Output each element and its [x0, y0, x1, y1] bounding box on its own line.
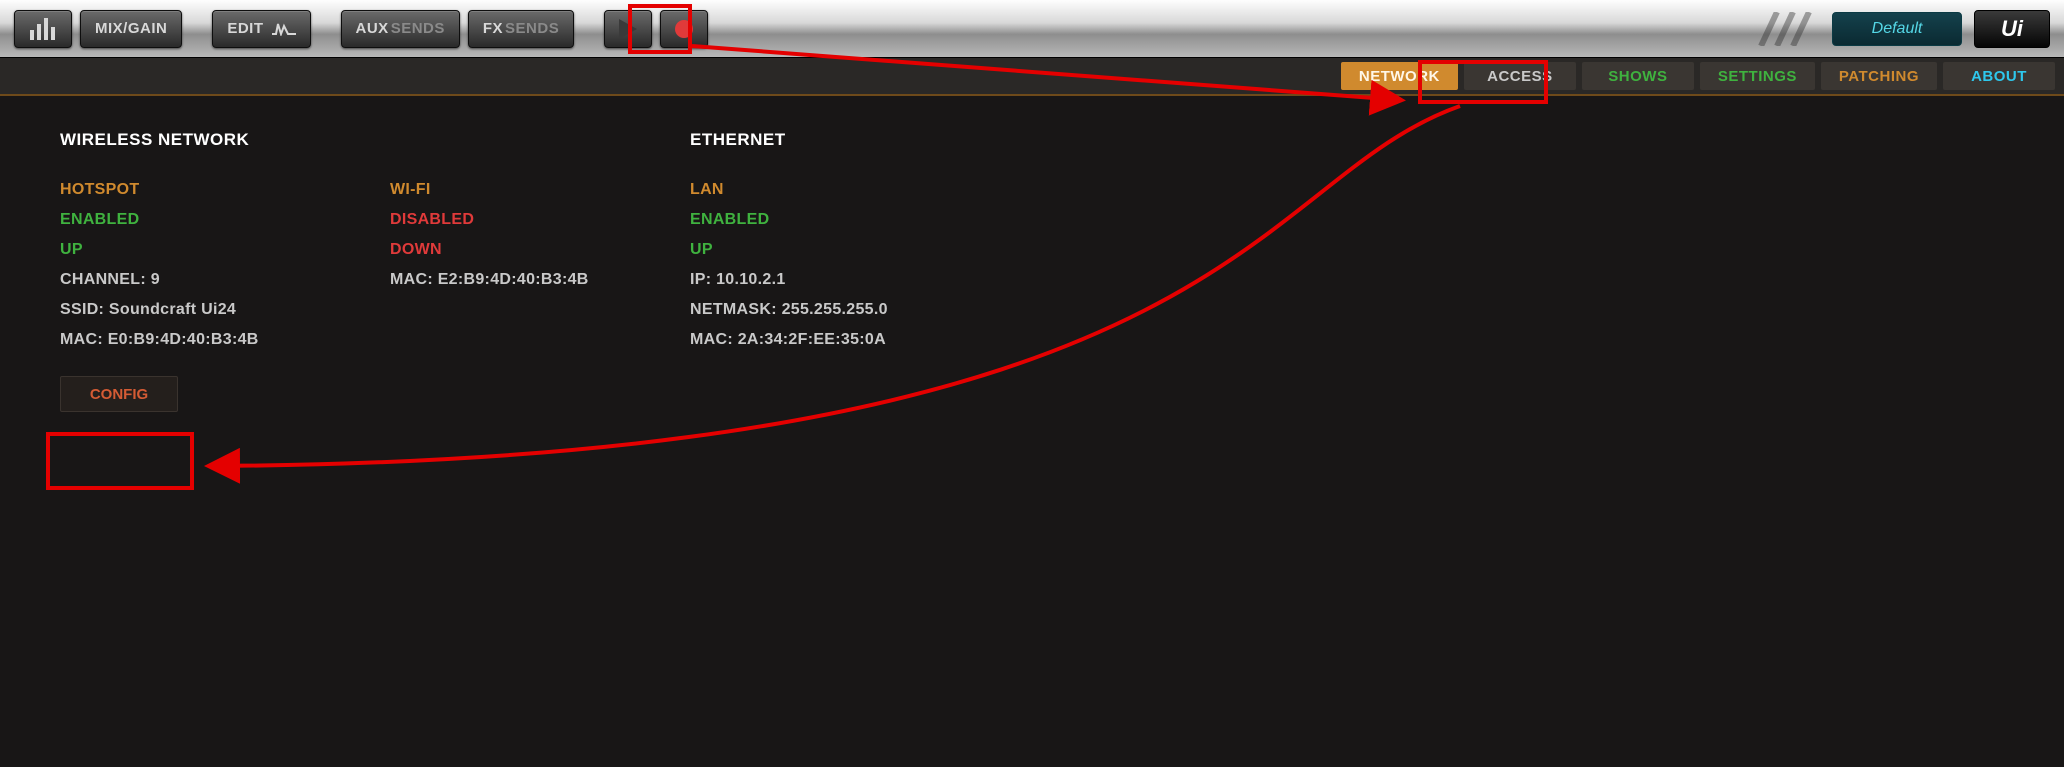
tab-about[interactable]: ABOUT: [1943, 62, 2055, 90]
hotspot-status: ENABLED: [60, 212, 320, 228]
hotspot-ssid: SSID: Soundcraft Ui24: [60, 302, 320, 318]
section-title-wireless: WIRELESS NETWORK: [60, 130, 320, 150]
top-toolbar: MIX/GAIN EDIT AUXSENDS FXSENDS Default U…: [0, 0, 2064, 58]
hotspot-name: HOTSPOT: [60, 182, 320, 198]
waveform-icon: [272, 22, 296, 36]
tab-label: SHOWS: [1608, 68, 1667, 85]
tab-patching[interactable]: PATCHING: [1821, 62, 1937, 90]
record-icon: [674, 19, 694, 39]
button-label-suffix: SENDS: [391, 20, 445, 37]
button-label: EDIT: [227, 20, 263, 37]
brand-logo: Ui: [1974, 10, 2050, 48]
tab-access[interactable]: ACCESS: [1464, 62, 1576, 90]
network-settings-panel: WIRELESS NETWORK HOTSPOT ENABLED UP CHAN…: [0, 96, 2064, 767]
fx-sends-button[interactable]: FXSENDS: [468, 10, 574, 48]
tab-label: NETWORK: [1359, 68, 1440, 85]
lan-netmask: NETMASK: 255.255.255.0: [690, 302, 920, 318]
button-label: CONFIG: [90, 386, 148, 403]
record-button[interactable]: [660, 10, 708, 48]
tab-label: ABOUT: [1971, 68, 2027, 85]
tab-label: SETTINGS: [1718, 68, 1797, 85]
wifi-column: . WI-FI DISABLED DOWN MAC: E2:B9:4D:40:B…: [390, 130, 620, 412]
button-label-suffix: SENDS: [505, 20, 559, 37]
settings-subtabs: NETWORK ACCESS SHOWS SETTINGS PATCHING A…: [0, 58, 2064, 96]
hotspot-mac: MAC: E0:B9:4D:40:B3:4B: [60, 332, 320, 348]
section-title-ethernet: ETHERNET: [690, 130, 920, 150]
preset-button[interactable]: Default: [1832, 12, 1962, 46]
hotspot-channel: CHANNEL: 9: [60, 272, 320, 288]
wifi-link: DOWN: [390, 242, 620, 258]
play-button[interactable]: [604, 10, 652, 48]
tab-settings[interactable]: SETTINGS: [1700, 62, 1815, 90]
lan-status: ENABLED: [690, 212, 920, 228]
meters-button[interactable]: [14, 10, 72, 48]
decorative-slashes-icon: [1750, 10, 1820, 48]
button-label: MIX/GAIN: [95, 20, 167, 37]
hotspot-column: WIRELESS NETWORK HOTSPOT ENABLED UP CHAN…: [60, 130, 320, 412]
lan-ip: IP: 10.10.2.1: [690, 272, 920, 288]
hotspot-link: UP: [60, 242, 320, 258]
lan-link: UP: [690, 242, 920, 258]
lan-column: ETHERNET LAN ENABLED UP IP: 10.10.2.1 NE…: [690, 130, 920, 412]
button-label: Default: [1872, 20, 1923, 38]
tab-label: ACCESS: [1487, 68, 1553, 85]
button-label-prefix: FX: [483, 20, 503, 37]
meters-icon: [29, 18, 57, 40]
tab-label: PATCHING: [1839, 68, 1919, 85]
button-label-prefix: AUX: [356, 20, 389, 37]
mix-gain-button[interactable]: MIX/GAIN: [80, 10, 182, 48]
wifi-name: WI-FI: [390, 182, 620, 198]
config-button[interactable]: CONFIG: [60, 376, 178, 412]
aux-sends-button[interactable]: AUXSENDS: [341, 10, 460, 48]
logo-text: Ui: [2001, 16, 2023, 42]
edit-button[interactable]: EDIT: [212, 10, 310, 48]
wifi-status: DISABLED: [390, 212, 620, 228]
tab-network[interactable]: NETWORK: [1341, 62, 1458, 90]
lan-name: LAN: [690, 182, 920, 198]
wifi-mac: MAC: E2:B9:4D:40:B3:4B: [390, 272, 620, 288]
play-icon: [619, 19, 637, 39]
tab-shows[interactable]: SHOWS: [1582, 62, 1694, 90]
lan-mac: MAC: 2A:34:2F:EE:35:0A: [690, 332, 920, 348]
